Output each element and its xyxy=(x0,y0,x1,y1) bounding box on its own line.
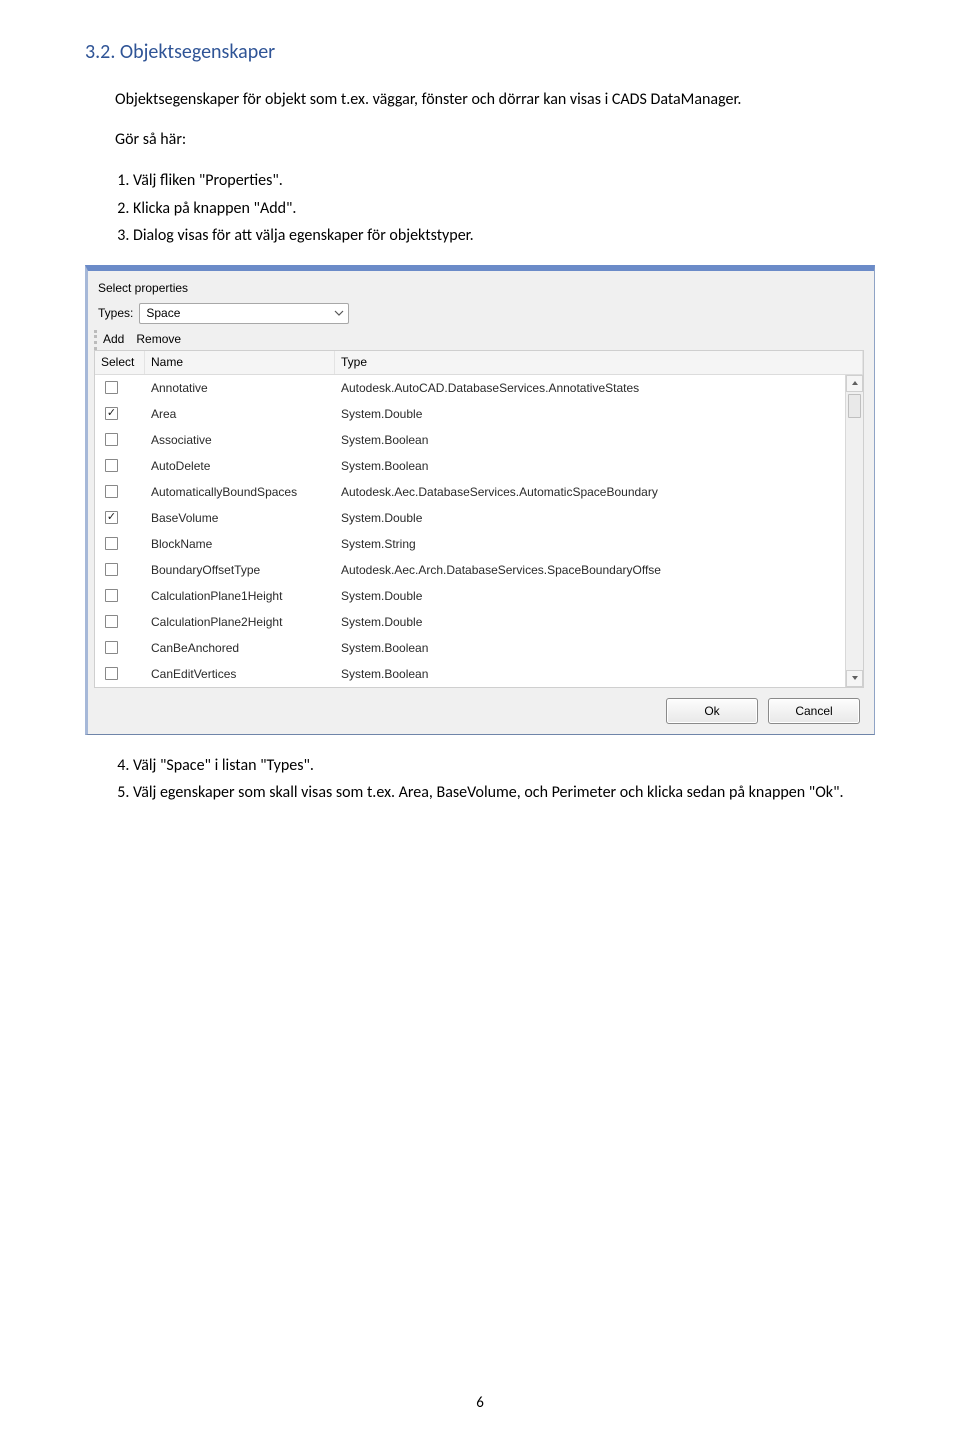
ok-button[interactable]: Ok xyxy=(666,698,758,724)
scroll-up-button[interactable] xyxy=(846,375,863,392)
cancel-button[interactable]: Cancel xyxy=(768,698,860,724)
row-checkbox[interactable] xyxy=(105,589,118,602)
type-cell: System.Double xyxy=(335,511,863,525)
type-cell: System.String xyxy=(335,537,863,551)
name-cell: CanBeAnchored xyxy=(145,641,335,655)
name-cell: Annotative xyxy=(145,381,335,395)
type-cell: Autodesk.AutoCAD.DatabaseServices.Annota… xyxy=(335,381,863,395)
row-checkbox[interactable] xyxy=(105,381,118,394)
checkbox-cell xyxy=(95,433,145,446)
row-checkbox[interactable] xyxy=(105,537,118,550)
type-cell: System.Boolean xyxy=(335,433,863,447)
properties-table: Select Name Type AnnotativeAutodesk.Auto… xyxy=(94,350,864,688)
checkbox-cell xyxy=(95,511,145,524)
checkbox-cell xyxy=(95,615,145,628)
step-2: Klicka på knappen "Add". xyxy=(133,196,875,222)
name-cell: AutoDelete xyxy=(145,459,335,473)
table-row: BlockNameSystem.String xyxy=(95,531,863,557)
table-row: BaseVolumeSystem.Double xyxy=(95,505,863,531)
row-checkbox[interactable] xyxy=(105,511,118,524)
types-label: Types: xyxy=(98,306,133,320)
table-row: BoundaryOffsetTypeAutodesk.Aec.Arch.Data… xyxy=(95,557,863,583)
checkbox-cell xyxy=(95,667,145,680)
name-cell: AutomaticallyBoundSpaces xyxy=(145,485,335,499)
page-number: 6 xyxy=(0,1394,960,1412)
name-cell: CalculationPlane1Height xyxy=(145,589,335,603)
dialog-title: Select properties xyxy=(98,281,864,295)
table-row: CalculationPlane2HeightSystem.Double xyxy=(95,609,863,635)
checkbox-cell xyxy=(95,537,145,550)
types-combobox[interactable]: Space xyxy=(139,303,349,324)
table-body: AnnotativeAutodesk.AutoCAD.DatabaseServi… xyxy=(95,375,863,687)
type-cell: System.Double xyxy=(335,407,863,421)
row-checkbox[interactable] xyxy=(105,615,118,628)
chevron-down-icon xyxy=(334,308,344,318)
col-type[interactable]: Type xyxy=(335,351,863,374)
row-checkbox[interactable] xyxy=(105,433,118,446)
table-row: AutoDeleteSystem.Boolean xyxy=(95,453,863,479)
select-properties-dialog: Select properties Types: Space Add Remov… xyxy=(85,265,875,735)
type-cell: System.Double xyxy=(335,589,863,603)
table-header-row: Select Name Type xyxy=(95,351,863,375)
type-cell: Autodesk.Aec.DatabaseServices.AutomaticS… xyxy=(335,485,863,499)
name-cell: Area xyxy=(145,407,335,421)
section-heading: 3.2. Objektsegenskaper xyxy=(85,40,875,64)
row-checkbox[interactable] xyxy=(105,667,118,680)
type-cell: System.Boolean xyxy=(335,641,863,655)
row-checkbox[interactable] xyxy=(105,407,118,420)
step-4: Välj "Space" i listan "Types". xyxy=(133,753,875,779)
checkbox-cell xyxy=(95,485,145,498)
type-cell: Autodesk.Aec.Arch.DatabaseServices.Space… xyxy=(335,563,863,577)
table-row: AnnotativeAutodesk.AutoCAD.DatabaseServi… xyxy=(95,375,863,401)
name-cell: CalculationPlane2Height xyxy=(145,615,335,629)
type-cell: System.Boolean xyxy=(335,459,863,473)
table-row: CanEditVerticesSystem.Boolean xyxy=(95,661,863,687)
name-cell: BoundaryOffsetType xyxy=(145,563,335,577)
col-select[interactable]: Select xyxy=(95,351,145,374)
checkbox-cell xyxy=(95,459,145,472)
vertical-scrollbar[interactable] xyxy=(845,375,863,687)
table-row: CanBeAnchoredSystem.Boolean xyxy=(95,635,863,661)
steps-list-2: Välj "Space" i listan "Types". Välj egen… xyxy=(115,753,875,806)
table-row: AssociativeSystem.Boolean xyxy=(95,427,863,453)
col-name[interactable]: Name xyxy=(145,351,335,374)
intro-paragraph-1: Objektsegenskaper för objekt som t.ex. v… xyxy=(115,88,875,112)
remove-button[interactable]: Remove xyxy=(134,332,183,346)
step-3: Dialog visas för att välja egenskaper fö… xyxy=(133,223,875,249)
scroll-down-button[interactable] xyxy=(846,670,863,687)
name-cell: BlockName xyxy=(145,537,335,551)
scrollbar-thumb[interactable] xyxy=(848,394,861,418)
checkbox-cell xyxy=(95,407,145,420)
row-checkbox[interactable] xyxy=(105,459,118,472)
type-cell: System.Double xyxy=(335,615,863,629)
checkbox-cell xyxy=(95,641,145,654)
table-row: AutomaticallyBoundSpacesAutodesk.Aec.Dat… xyxy=(95,479,863,505)
types-value: Space xyxy=(146,306,180,320)
table-row: AreaSystem.Double xyxy=(95,401,863,427)
name-cell: Associative xyxy=(145,433,335,447)
steps-list-1: Välj fliken "Properties". Klicka på knap… xyxy=(115,168,875,249)
row-checkbox[interactable] xyxy=(105,563,118,576)
add-button[interactable]: Add xyxy=(101,332,126,346)
step-5: Välj egenskaper som skall visas som t.ex… xyxy=(133,780,875,806)
name-cell: BaseVolume xyxy=(145,511,335,525)
name-cell: CanEditVertices xyxy=(145,667,335,681)
row-checkbox[interactable] xyxy=(105,485,118,498)
checkbox-cell xyxy=(95,589,145,602)
table-row: CalculationPlane1HeightSystem.Double xyxy=(95,583,863,609)
checkbox-cell xyxy=(95,563,145,576)
row-checkbox[interactable] xyxy=(105,641,118,654)
intro-paragraph-2: Gör så här: xyxy=(115,128,875,152)
checkbox-cell xyxy=(95,381,145,394)
dialog-toolbar: Add Remove xyxy=(94,330,864,350)
type-cell: System.Boolean xyxy=(335,667,863,681)
step-1: Välj fliken "Properties". xyxy=(133,168,875,194)
dialog-footer: Ok Cancel xyxy=(94,688,864,726)
